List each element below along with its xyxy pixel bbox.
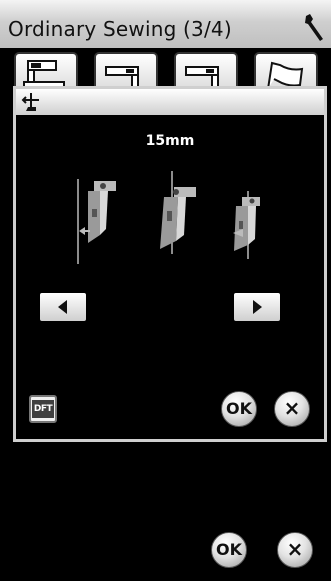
dialog-cancel-button[interactable]: × — [274, 391, 310, 427]
ok-label: OK — [216, 540, 242, 559]
foot-right-position — [233, 191, 260, 259]
dialog-ok-button[interactable]: OK — [221, 391, 257, 427]
presser-foot-icon — [21, 93, 39, 111]
wrench-icon[interactable] — [303, 12, 327, 42]
presser-foot-illustrations — [77, 171, 260, 264]
arrow-left-icon — [58, 300, 67, 314]
close-icon: × — [286, 537, 304, 561]
close-icon: × — [283, 396, 301, 420]
arrow-right-icon — [253, 300, 262, 314]
dialog-header — [16, 89, 324, 115]
page-title: Ordinary Sewing (3/4) — [8, 17, 232, 41]
seam-allowance-value: 15mm — [145, 133, 195, 149]
cancel-button[interactable]: × — [277, 532, 313, 568]
default-label: DFT — [32, 400, 54, 418]
move-left-button[interactable] — [40, 293, 86, 321]
title-bar: Ordinary Sewing (3/4) — [0, 0, 331, 48]
move-right-button[interactable] — [234, 293, 280, 321]
foot-center-position — [160, 171, 196, 254]
ok-button[interactable]: OK — [211, 532, 247, 568]
dialog-panel: 15mm DFT OK × — [13, 86, 327, 442]
foot-left-position — [77, 179, 116, 264]
default-button[interactable]: DFT — [29, 395, 57, 423]
dialog-ok-label: OK — [226, 399, 252, 418]
